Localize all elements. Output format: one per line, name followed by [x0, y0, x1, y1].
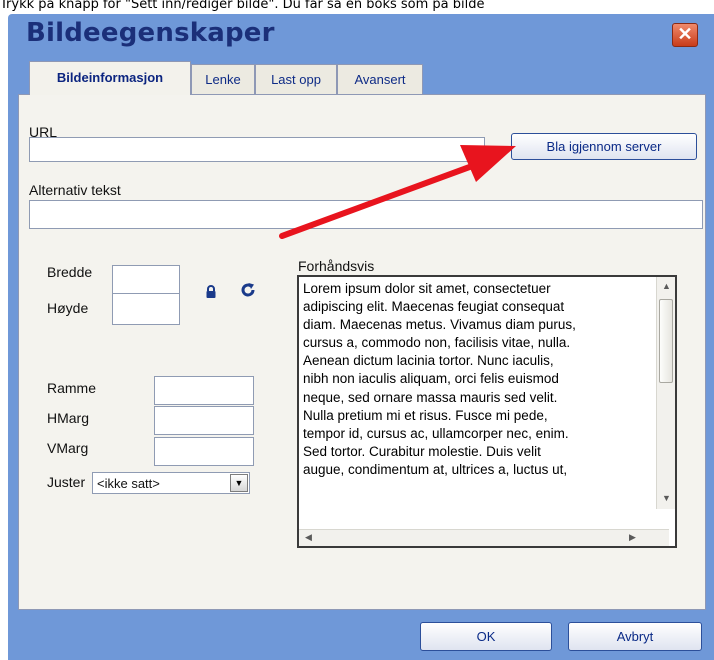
- tab-image-info[interactable]: Bildeinformasjon: [29, 61, 191, 95]
- red-arrow-annotation: [279, 145, 516, 239]
